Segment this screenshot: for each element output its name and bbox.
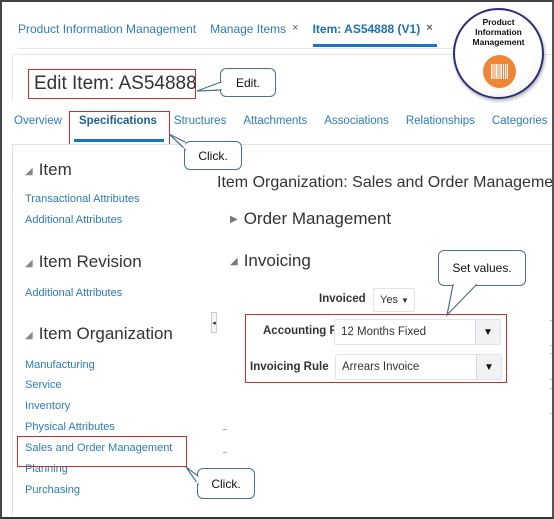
nav-group-title: Item Organization xyxy=(38,324,173,343)
divider-mark xyxy=(550,379,552,380)
tab-attachments[interactable]: Attachments xyxy=(243,115,307,127)
dropdown-arrow-icon[interactable]: ▼ xyxy=(475,320,500,344)
group-title: Order Management xyxy=(243,209,392,228)
collapsed-triangle-icon: ▶ xyxy=(230,214,238,225)
tab-categories[interactable]: Categories xyxy=(492,115,548,127)
nav-link-revision-additional-attributes[interactable]: Additional Attributes xyxy=(25,287,122,299)
nav-link-physical-attributes[interactable]: Physical Attributes xyxy=(25,421,115,433)
nav-group-item-organization[interactable]: ◢ Item Organization xyxy=(25,324,173,344)
callout-tail xyxy=(446,284,478,317)
screenshot-frame: Product Information Management Manage It… xyxy=(0,0,554,519)
top-tab-manage-items[interactable]: Manage Items × xyxy=(210,22,298,48)
accounting-rule-value: 12 Months Fixed xyxy=(341,326,427,338)
top-tab-label: Item: AS54888 (V1) xyxy=(312,22,421,36)
callout-click-link: Click. xyxy=(197,468,255,499)
tab-associations[interactable]: Associations xyxy=(324,115,389,127)
divider-mark xyxy=(550,388,552,389)
nav-link-transactional-attributes[interactable]: Transactional Attributes xyxy=(25,193,140,205)
expand-triangle-icon: ◢ xyxy=(25,166,33,177)
nav-link-item-additional-attributes[interactable]: Additional Attributes xyxy=(25,214,122,226)
group-title: Invoicing xyxy=(243,251,311,270)
dropdown-arrow-icon[interactable]: ▼ xyxy=(476,355,501,379)
nav-group-item-revision[interactable]: ◢ Item Revision xyxy=(25,252,142,272)
nav-group-item[interactable]: ◢ Item xyxy=(25,160,72,180)
accounting-rule-combobox[interactable]: 12 Months Fixed ▼ xyxy=(334,319,501,345)
nav-link-inventory[interactable]: Inventory xyxy=(25,400,70,412)
highlight-box-specifications xyxy=(69,111,170,145)
badge-text: Product Information Management xyxy=(455,17,542,47)
top-tab-label: Manage Items xyxy=(210,22,287,36)
divider-mark xyxy=(223,452,227,453)
highlight-box-sales-and-order-management xyxy=(17,436,187,467)
divider-mark xyxy=(550,353,552,354)
barcode-icon xyxy=(483,55,516,88)
nav-link-service[interactable]: Service xyxy=(25,379,62,391)
expand-triangle-icon: ◢ xyxy=(25,330,33,341)
callout-tail xyxy=(168,133,186,151)
invoicing-rule-label: Invoicing Rule xyxy=(250,361,329,373)
divider-mark xyxy=(550,320,552,321)
top-tab-label: Product Information Management xyxy=(18,22,197,36)
callout-click-tab: Click. xyxy=(184,141,242,170)
tab-relationships[interactable]: Relationships xyxy=(406,115,475,127)
nav-group-title: Item Revision xyxy=(38,252,142,271)
left-pane-border xyxy=(12,145,13,515)
invoiced-label: Invoiced xyxy=(319,293,366,305)
tab-structures[interactable]: Structures xyxy=(174,115,226,127)
top-tabs-divider xyxy=(18,48,463,49)
tab-overview[interactable]: Overview xyxy=(14,115,62,127)
divider-mark xyxy=(550,413,552,414)
callout-tail xyxy=(196,81,222,92)
callout-set-values: Set values. xyxy=(438,250,526,286)
invoicing-rule-value: Arrears Invoice xyxy=(342,361,420,373)
badge-line: Product xyxy=(482,17,515,27)
invoiced-value: Yes xyxy=(380,294,398,306)
callout-edit: Edit. xyxy=(220,68,276,97)
group-order-management[interactable]: ▶ Order Management xyxy=(230,209,391,229)
divider-mark xyxy=(550,345,552,346)
badge-line: Information xyxy=(475,27,522,37)
section-title: Item Organization: Sales and Order Manag… xyxy=(217,174,554,191)
product-information-management-badge: Product Information Management xyxy=(453,8,544,99)
divider-mark xyxy=(223,429,227,430)
close-icon[interactable]: × xyxy=(292,22,298,34)
expand-triangle-icon: ◢ xyxy=(25,258,33,269)
sub-tabs-divider xyxy=(12,144,552,145)
page-title: Edit Item: AS54888 xyxy=(28,69,197,99)
group-invoicing[interactable]: ◢ Invoicing xyxy=(230,251,311,271)
callout-tail xyxy=(185,466,199,486)
nav-link-manufacturing[interactable]: Manufacturing xyxy=(25,359,95,371)
invoiced-select[interactable]: Yes ▼ xyxy=(373,288,415,312)
top-tab-product-information-management[interactable]: Product Information Management xyxy=(18,22,196,48)
top-tabs: Product Information Management Manage It… xyxy=(18,22,447,48)
nav-link-purchasing[interactable]: Purchasing xyxy=(25,484,80,496)
pane-collapse-handle[interactable]: ◂ xyxy=(211,312,217,333)
nav-group-title: Item xyxy=(38,160,72,179)
close-icon[interactable]: × xyxy=(426,22,432,34)
badge-line: Management xyxy=(472,37,525,47)
top-tab-item-as54888[interactable]: Item: AS54888 (V1) × xyxy=(312,22,437,48)
invoicing-rule-combobox[interactable]: Arrears Invoice ▼ xyxy=(335,354,502,380)
dropdown-arrow-icon: ▼ xyxy=(400,296,409,305)
expand-triangle-icon: ◢ xyxy=(230,256,238,267)
